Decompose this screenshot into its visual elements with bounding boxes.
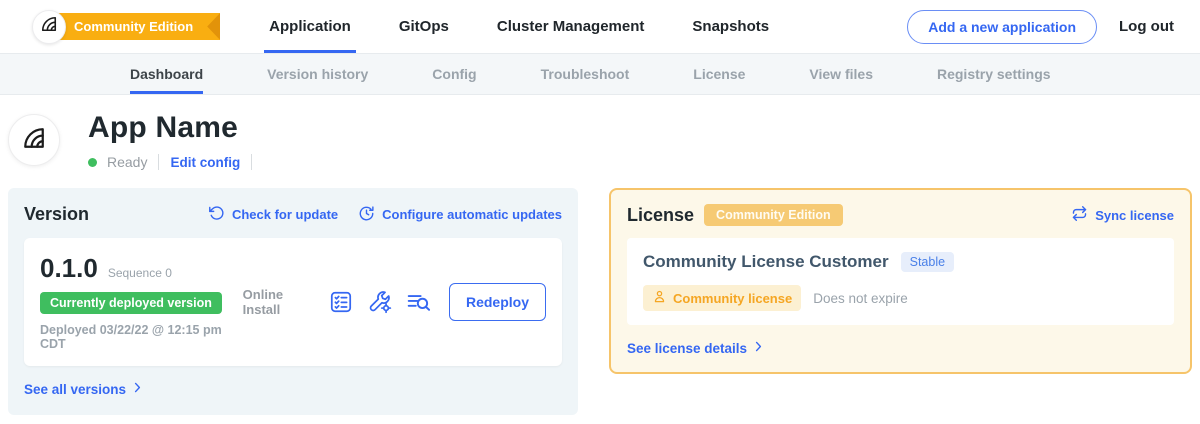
deployed-timestamp: Deployed 03/22/22 @ 12:15 pm CDT <box>40 323 243 351</box>
version-number: 0.1.0 <box>40 253 98 284</box>
chevron-right-icon <box>752 340 765 356</box>
subtab-version-history[interactable]: Version history <box>267 54 368 94</box>
app-sub-nav: Dashboard Version history Config Trouble… <box>0 53 1200 95</box>
brand: Community Edition <box>32 0 220 53</box>
view-logs-icon[interactable] <box>406 289 432 315</box>
wrench-gear-icon[interactable] <box>367 289 393 315</box>
license-card-actions: Sync license <box>1071 205 1174 225</box>
add-new-application-button[interactable]: Add a new application <box>907 10 1097 44</box>
redeploy-button[interactable]: Redeploy <box>449 283 546 321</box>
edit-config-link[interactable]: Edit config <box>170 155 240 170</box>
subtab-troubleshoot[interactable]: Troubleshoot <box>541 54 630 94</box>
see-license-details-link[interactable]: See license details <box>627 340 765 356</box>
app-header: App Name Ready Edit config <box>0 95 1200 182</box>
community-edition-badge: Community Edition <box>704 204 843 226</box>
configure-automatic-updates-label: Configure automatic updates <box>382 207 562 222</box>
logout-button[interactable]: Log out <box>1119 18 1174 35</box>
status-text: Ready <box>107 154 147 170</box>
preflight-checks-icon[interactable] <box>328 289 354 315</box>
page-title: App Name <box>88 111 252 145</box>
top-navigation-bar: Community Edition Application GitOps Clu… <box>0 0 1200 53</box>
tab-cluster-management[interactable]: Cluster Management <box>492 0 650 53</box>
see-license-details-label: See license details <box>627 341 747 356</box>
dashboard-cards: Version Check for update <box>0 182 1200 415</box>
version-card-header: Version Check for update <box>24 204 562 225</box>
tab-application[interactable]: Application <box>264 0 356 53</box>
license-card: License Community Edition Sync license <box>609 188 1192 374</box>
brand-logo-badge <box>32 10 66 44</box>
install-type-label: Online Install <box>243 287 312 317</box>
currently-deployed-badge: Currently deployed version <box>40 292 222 314</box>
version-details: 0.1.0 Sequence 0 Currently deployed vers… <box>40 253 243 351</box>
chevron-right-icon <box>131 381 144 397</box>
app-status-row: Ready Edit config <box>88 154 252 170</box>
replicated-logo-icon <box>39 14 59 39</box>
replicated-logo-icon <box>20 124 48 157</box>
person-icon <box>652 289 667 307</box>
status-dot <box>88 158 97 167</box>
version-actions: Online Install <box>243 283 546 321</box>
see-all-versions-label: See all versions <box>24 382 126 397</box>
current-version-panel: 0.1.0 Sequence 0 Currently deployed vers… <box>24 238 562 366</box>
subtab-config[interactable]: Config <box>432 54 476 94</box>
topbar-actions: Add a new application Log out <box>907 0 1200 53</box>
channel-badge: Stable <box>901 252 954 272</box>
license-card-header: License Community Edition Sync license <box>627 204 1174 226</box>
clock-refresh-icon <box>358 205 375 225</box>
check-for-update-link[interactable]: Check for update <box>208 205 338 225</box>
expiry-text: Does not expire <box>813 291 908 306</box>
subtab-dashboard[interactable]: Dashboard <box>130 54 203 94</box>
sync-license-label: Sync license <box>1095 208 1174 223</box>
configure-automatic-updates-link[interactable]: Configure automatic updates <box>358 205 562 225</box>
sync-arrows-icon <box>1071 205 1088 225</box>
sync-license-link[interactable]: Sync license <box>1071 205 1174 225</box>
version-card-actions: Check for update Configure automatic upd… <box>208 205 562 225</box>
license-type-label: Community license <box>673 291 792 306</box>
subtab-view-files[interactable]: View files <box>809 54 873 94</box>
tab-gitops[interactable]: GitOps <box>394 0 454 53</box>
version-card-title: Version <box>24 204 89 225</box>
app-avatar <box>8 114 60 166</box>
subtab-license[interactable]: License <box>693 54 745 94</box>
app-info: App Name Ready Edit config <box>88 111 252 170</box>
license-card-title: License <box>627 205 694 226</box>
license-details-panel: Community License Customer Stable Commun… <box>627 238 1174 325</box>
see-all-versions-link[interactable]: See all versions <box>24 381 144 397</box>
divider <box>251 154 252 170</box>
customer-name: Community License Customer <box>643 252 889 272</box>
divider <box>158 154 159 170</box>
check-for-update-label: Check for update <box>232 207 338 222</box>
version-card: Version Check for update <box>8 188 578 415</box>
refresh-icon <box>208 205 225 225</box>
tab-snapshots[interactable]: Snapshots <box>687 0 774 53</box>
sequence-label: Sequence 0 <box>108 266 172 280</box>
subtab-registry-settings[interactable]: Registry settings <box>937 54 1051 94</box>
primary-nav: Application GitOps Cluster Management Sn… <box>264 0 774 53</box>
community-edition-ribbon: Community Edition <box>51 13 220 40</box>
license-type-badge: Community license <box>643 285 801 311</box>
